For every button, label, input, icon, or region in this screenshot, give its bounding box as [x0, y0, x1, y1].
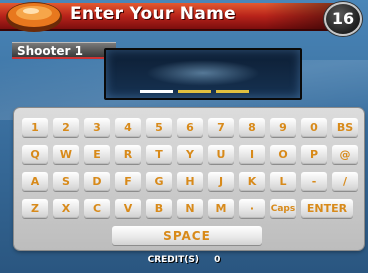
key-backspace[interactable]: BS	[332, 118, 358, 137]
key-m[interactable]: M	[208, 199, 234, 218]
key-caps[interactable]: Caps	[270, 199, 296, 218]
keyboard-row-2: Q W E R T Y U I O P @	[22, 145, 358, 164]
keyboard-row-3: A S D F G H J K L - /	[22, 172, 358, 191]
key-t[interactable]: T	[146, 145, 172, 164]
clay-disc-icon	[6, 2, 62, 32]
credit-display: CREDIT(S) 0	[0, 255, 368, 265]
key-6[interactable]: 6	[177, 118, 203, 137]
player-number: 1	[74, 44, 84, 58]
key-4[interactable]: 4	[115, 118, 141, 137]
key-d[interactable]: D	[84, 172, 110, 191]
key-z[interactable]: Z	[22, 199, 48, 218]
key-f[interactable]: F	[115, 172, 141, 191]
player-label: Shooter 1	[12, 42, 116, 59]
player-label-text: Shooter	[17, 44, 71, 58]
keyboard-row-4: Z X C V B N M · Caps ENTER	[22, 199, 353, 218]
key-v[interactable]: V	[115, 199, 141, 218]
key-g[interactable]: G	[146, 172, 172, 191]
key-b[interactable]: B	[146, 199, 172, 218]
on-screen-keyboard: 1 2 3 4 5 6 7 8 9 0 BS Q W E R T Y U I O…	[14, 108, 364, 250]
key-dot[interactable]: ·	[239, 199, 265, 218]
key-1[interactable]: 1	[22, 118, 48, 137]
key-a[interactable]: A	[22, 172, 48, 191]
key-3[interactable]: 3	[84, 118, 110, 137]
name-slot-3	[216, 90, 249, 93]
key-0[interactable]: 0	[301, 118, 327, 137]
credit-value: 0	[214, 255, 221, 265]
key-9[interactable]: 9	[270, 118, 296, 137]
key-dash[interactable]: -	[301, 172, 327, 191]
key-h[interactable]: H	[177, 172, 203, 191]
key-7[interactable]: 7	[208, 118, 234, 137]
credit-label: CREDIT(S)	[147, 255, 199, 265]
name-slot-1	[140, 90, 173, 93]
key-space[interactable]: SPACE	[112, 226, 262, 245]
key-5[interactable]: 5	[146, 118, 172, 137]
key-o[interactable]: O	[270, 145, 296, 164]
name-entry-field	[104, 48, 302, 100]
name-slot-2	[178, 90, 211, 93]
key-r[interactable]: R	[115, 145, 141, 164]
key-e[interactable]: E	[84, 145, 110, 164]
key-p[interactable]: P	[301, 145, 327, 164]
key-s[interactable]: S	[53, 172, 79, 191]
key-x[interactable]: X	[53, 199, 79, 218]
countdown-timer: 16	[324, 2, 362, 36]
key-at[interactable]: @	[332, 145, 358, 164]
key-k[interactable]: K	[239, 172, 265, 191]
key-c[interactable]: C	[84, 199, 110, 218]
key-8[interactable]: 8	[239, 118, 265, 137]
key-2[interactable]: 2	[53, 118, 79, 137]
key-y[interactable]: Y	[177, 145, 203, 164]
key-u[interactable]: U	[208, 145, 234, 164]
key-enter[interactable]: ENTER	[301, 199, 353, 218]
key-w[interactable]: W	[53, 145, 79, 164]
key-slash[interactable]: /	[332, 172, 358, 191]
key-l[interactable]: L	[270, 172, 296, 191]
key-q[interactable]: Q	[22, 145, 48, 164]
key-j[interactable]: J	[208, 172, 234, 191]
key-n[interactable]: N	[177, 199, 203, 218]
key-i[interactable]: I	[239, 145, 265, 164]
keyboard-row-1: 1 2 3 4 5 6 7 8 9 0 BS	[22, 118, 358, 137]
page-title: Enter Your Name	[70, 4, 236, 24]
